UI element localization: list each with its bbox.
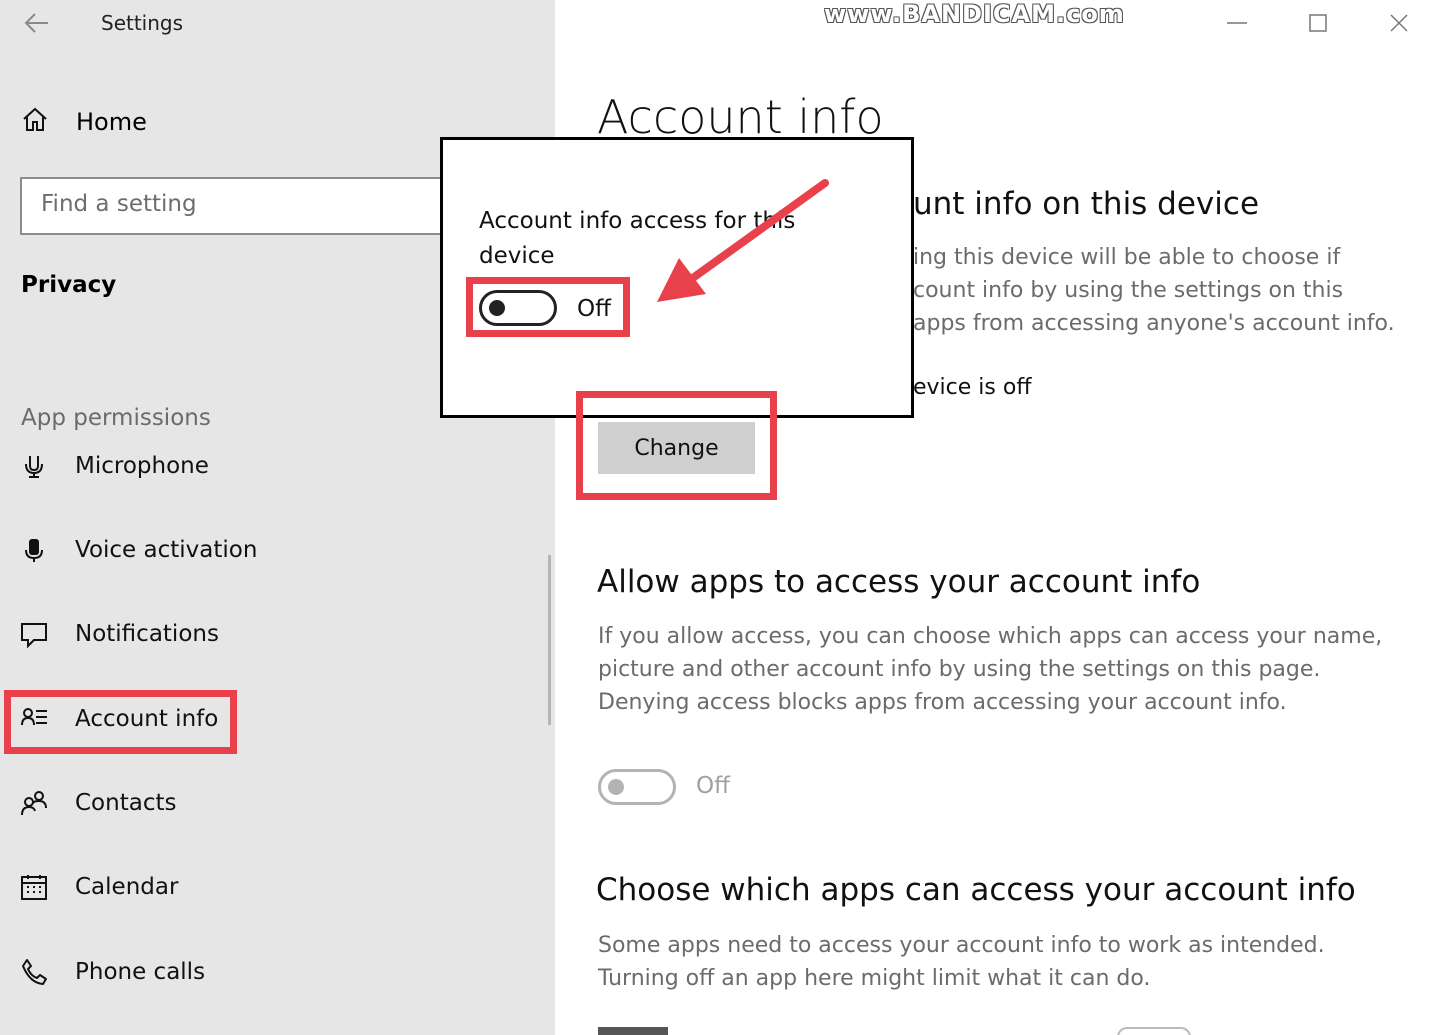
recording-watermark: www.BANDICAM.com [824,0,1125,28]
contacts-icon [20,789,48,817]
sidebar-item-calendar[interactable]: Calendar [20,873,178,901]
sidebar-item-label: Contacts [75,790,177,816]
back-arrow-icon[interactable] [22,8,52,38]
device-section-description: ing this device will be able to choose i… [913,241,1395,340]
sidebar-item-home[interactable]: Home [20,104,147,140]
phone-icon [20,958,48,986]
calendar-icon [20,873,48,901]
choose-section-description: Some apps need to access your account in… [598,929,1325,995]
sidebar-item-label: Notifications [75,621,219,647]
sidebar-item-voice-activation[interactable]: Voice activation [20,536,257,564]
desc-line: apps from accessing anyone's account inf… [913,311,1395,336]
allow-apps-toggle[interactable] [598,769,676,805]
allow-section-heading: Allow apps to access your account info [597,564,1201,600]
desc-line: If you allow access, you can choose whic… [598,624,1383,649]
page-title: Account info [597,90,884,144]
desc-line: picture and other account info by using … [598,657,1321,682]
app-toggle[interactable] [1117,1027,1191,1035]
maximize-icon[interactable] [1303,8,1333,38]
annotation-box-account-info [4,690,237,754]
desc-line: Some apps need to access your account in… [598,933,1325,958]
sidebar-item-microphone[interactable]: Microphone [20,452,209,480]
allow-section-description: If you allow access, you can choose whic… [598,620,1382,719]
sidebar-item-contacts[interactable]: Contacts [20,789,176,817]
annotation-box-change [576,391,777,500]
app-list-icon [598,1027,668,1035]
sidebar-item-label: Calendar [75,874,179,900]
annotation-box-toggle [466,277,630,337]
sidebar-item-label: Voice activation [75,537,258,563]
notifications-icon [20,620,48,648]
sidebar-item-label: Phone calls [75,959,206,985]
home-icon [20,104,50,140]
search-input[interactable]: Find a setting [20,177,470,235]
minimize-icon[interactable] [1222,8,1252,38]
sidebar-item-label: Microphone [75,453,209,479]
device-section-heading: unt info on this device [913,186,1260,222]
group-label: App permissions [21,405,211,431]
app-title: Settings [101,11,184,35]
desc-line: count info by using the settings on this [913,278,1344,303]
desc-line: Turning off an app here might limit what… [598,966,1151,991]
section-title: Privacy [21,272,117,298]
desc-line: ing this device will be able to choose i… [913,245,1341,270]
sidebar-item-notifications[interactable]: Notifications [20,620,219,648]
choose-section-heading: Choose which apps can access your accoun… [596,872,1356,908]
allow-apps-toggle-label: Off [696,773,730,799]
desc-line: Denying access blocks apps from accessin… [598,690,1287,715]
toggle-knob [608,779,624,795]
search-placeholder: Find a setting [41,191,197,217]
sidebar-scrollbar[interactable] [548,555,551,725]
microphone-icon [20,452,48,480]
voice-activation-icon [20,536,48,564]
close-icon[interactable] [1384,8,1414,38]
sidebar-item-phone-calls[interactable]: Phone calls [20,958,205,986]
sidebar-item-label: Home [76,108,147,136]
popup-title: Account info access for this device [479,208,796,269]
device-status-text: evice is off [913,375,1032,400]
